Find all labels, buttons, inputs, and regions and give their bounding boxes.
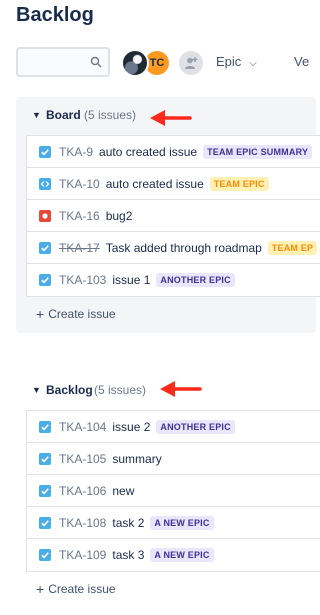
story-checkbox-icon	[39, 241, 51, 254]
epic-badge: ANOTHER EPIC	[156, 419, 235, 434]
avatar[interactable]	[121, 49, 149, 77]
backlog-issue-count: (5 issues)	[94, 383, 147, 397]
sprint-issue-list: TKA-9 auto created issue TEAM EPIC SUMMARY…	[26, 135, 320, 297]
issue-summary: Task added through roadmap	[105, 240, 262, 255]
issue-row[interactable]: TKA-16 bug2	[27, 200, 320, 232]
issue-row[interactable]: TKA-17 Task added through roadmap TEAM EP	[27, 232, 320, 264]
issue-row[interactable]: TKA-104 issue 2 ANOTHER EPIC	[27, 411, 320, 443]
issue-key[interactable]: TKA-108	[59, 516, 106, 530]
issue-summary: summary	[112, 451, 162, 466]
story-checkbox-icon	[39, 516, 51, 529]
epic-badge: A NEW EPIC	[150, 548, 214, 562]
chevron-down-icon: ⌵	[249, 58, 257, 69]
plus-icon: +	[36, 306, 45, 322]
epic-badge: TEAM EP	[267, 240, 318, 255]
sprint-issue-count: (5 issues)	[84, 108, 137, 122]
issue-summary: auto created issue	[105, 176, 204, 191]
create-issue-button[interactable]: + Create issue	[36, 305, 116, 322]
issue-key[interactable]: TKA-10	[59, 177, 100, 191]
collapse-chevron-icon[interactable]: ▼	[32, 385, 41, 395]
issue-row[interactable]: TKA-108 task 2 A NEW EPIC	[27, 507, 320, 539]
issue-row[interactable]: TKA-103 issue 1 ANOTHER EPIC	[27, 264, 320, 296]
issue-key[interactable]: TKA-104	[59, 420, 106, 434]
issue-summary: bug2	[105, 208, 133, 223]
story-checkbox-icon	[39, 549, 51, 561]
story-checkbox-icon	[39, 420, 51, 433]
add-people-button[interactable]	[177, 49, 205, 77]
epic-badge: TEAM EPIC	[209, 176, 269, 191]
search-box[interactable]	[16, 47, 110, 77]
issue-row[interactable]: TKA-106 new	[27, 475, 320, 507]
backlog-name: Backlog	[46, 383, 93, 397]
annotation-arrow	[150, 110, 192, 126]
story-checkbox-icon	[39, 274, 51, 286]
issue-row[interactable]: TKA-9 auto created issue TEAM EPIC SUMMARY	[27, 136, 320, 168]
plus-icon: +	[36, 581, 45, 597]
issue-key[interactable]: TKA-105	[59, 452, 106, 466]
issue-key[interactable]: TKA-9	[59, 145, 93, 159]
issue-summary: new	[112, 483, 135, 498]
issue-summary: issue 1	[112, 273, 151, 287]
create-issue-button[interactable]: + Create issue	[36, 580, 116, 597]
version-filter[interactable]: Ve	[294, 54, 309, 69]
toolbar: TC Epic ⌵ Ve	[16, 46, 316, 78]
issue-summary: task 2	[112, 515, 145, 530]
issue-row[interactable]: TKA-10 auto created issue TEAM EPIC	[27, 168, 320, 200]
create-issue-label: Create issue	[48, 307, 116, 321]
annotation-arrow	[160, 381, 202, 397]
issue-key[interactable]: TKA-109	[59, 548, 106, 562]
search-input[interactable]	[24, 49, 94, 75]
bug-icon	[39, 209, 51, 222]
epic-badge: TEAM EPIC SUMMARY	[203, 144, 313, 159]
sprint-name: Board	[46, 108, 81, 122]
story-checkbox-icon	[39, 145, 51, 158]
collapse-chevron-icon[interactable]: ▼	[32, 110, 41, 120]
issue-summary: issue 2	[112, 419, 151, 434]
issue-row[interactable]: TKA-109 task 3 A NEW EPIC	[27, 539, 320, 571]
issue-key[interactable]: TKA-17	[59, 241, 100, 255]
epic-badge: ANOTHER EPIC	[156, 273, 235, 287]
issue-row[interactable]: TKA-105 summary	[27, 443, 320, 475]
issue-summary: auto created issue	[99, 144, 198, 159]
issue-key[interactable]: TKA-16	[59, 209, 100, 223]
issue-key[interactable]: TKA-103	[59, 273, 106, 287]
story-checkbox-icon	[39, 484, 51, 497]
epic-filter[interactable]: Epic ⌵	[216, 54, 257, 69]
search-icon	[90, 56, 102, 68]
create-issue-label: Create issue	[48, 582, 116, 596]
add-person-icon	[185, 57, 198, 69]
epic-filter-label: Epic	[216, 54, 242, 69]
story-checkbox-icon	[39, 452, 51, 465]
page-title: Backlog	[16, 4, 94, 26]
issue-key[interactable]: TKA-106	[59, 484, 106, 498]
backlog-issue-list: TKA-104 issue 2 ANOTHER EPIC TKA-105 summary…	[26, 410, 320, 572]
issue-summary: task 3	[112, 548, 145, 562]
epic-badge: A NEW EPIC	[150, 515, 214, 530]
subtask-icon	[39, 177, 51, 190]
